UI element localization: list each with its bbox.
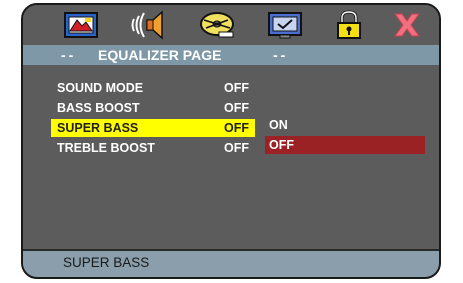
status-bar: SUPER BASS [23, 249, 439, 277]
menu-item-label: SUPER BASS [57, 121, 139, 135]
page-header: -- EQUALIZER PAGE -- [23, 45, 439, 65]
tab-audio[interactable] [127, 9, 171, 41]
option-on[interactable]: ON [265, 116, 425, 134]
menu-item-value: OFF [224, 101, 249, 115]
status-text: SUPER BASS [63, 255, 150, 270]
menu-item-value: OFF [224, 81, 249, 95]
menu-item-sound-mode[interactable]: SOUND MODE OFF [51, 79, 255, 97]
tab-display[interactable] [263, 9, 307, 41]
menu-item-super-bass[interactable]: SUPER BASS OFF [51, 119, 255, 137]
menu-item-treble-boost[interactable]: TREBLE BOOST OFF [51, 139, 255, 157]
lock-icon [337, 10, 361, 39]
page-title: EQUALIZER PAGE [98, 47, 222, 63]
flag-icon [64, 12, 98, 38]
tab-bar [23, 5, 439, 43]
menu-item-bass-boost[interactable]: BASS BOOST OFF [51, 99, 255, 117]
option-label: ON [269, 118, 288, 132]
tab-parental[interactable] [327, 9, 371, 41]
menu-item-value: OFF [224, 141, 249, 155]
tab-general[interactable] [59, 9, 103, 41]
disc-film-icon [200, 12, 234, 38]
header-dash-left: -- [61, 47, 77, 63]
menu-item-label: SOUND MODE [57, 81, 144, 95]
menu-item-label: TREBLE BOOST [57, 141, 155, 155]
close-x-icon [394, 13, 420, 37]
menu-item-label: BASS BOOST [57, 101, 140, 115]
tab-exit[interactable] [385, 9, 429, 41]
tab-video[interactable] [195, 9, 239, 41]
menu-item-value: OFF [224, 121, 249, 135]
speaker-sound-icon [131, 10, 163, 40]
option-off[interactable]: OFF [265, 136, 425, 154]
osd-screen: -- EQUALIZER PAGE -- SOUND MODE OFF BASS… [21, 3, 441, 279]
monitor-check-icon [268, 12, 302, 39]
option-label: OFF [269, 138, 294, 152]
header-dash-right: -- [273, 47, 289, 63]
